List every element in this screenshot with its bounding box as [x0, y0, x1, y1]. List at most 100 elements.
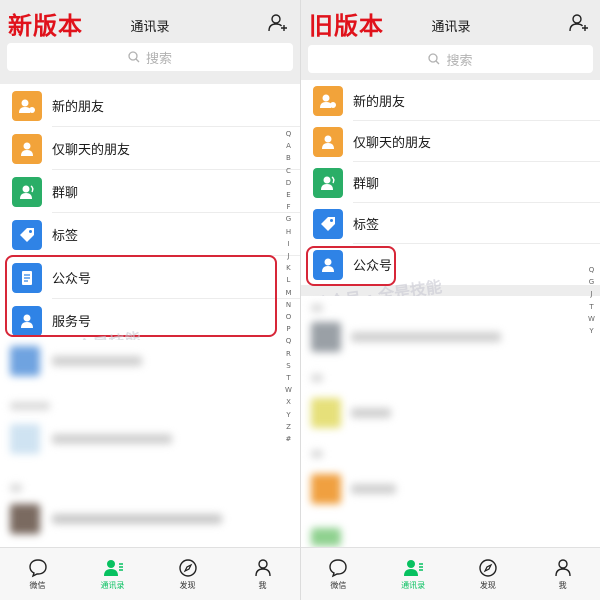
alphabet-index[interactable]: Q G J T W Y	[588, 264, 595, 337]
chat-only-friends-item[interactable]: 仅聊天的朋友	[0, 127, 300, 170]
index-letter[interactable]: T	[286, 372, 290, 384]
contact-name	[52, 356, 142, 366]
chat-only-friends-label: 仅聊天的朋友	[353, 136, 432, 151]
tab-label: 微信	[330, 580, 347, 590]
tab-contacts[interactable]: 通讯录	[75, 548, 150, 600]
tab-chats[interactable]: 微信	[0, 548, 75, 600]
tab-contacts[interactable]: 通讯录	[376, 548, 451, 600]
chat-icon	[329, 558, 348, 577]
chat-only-friends-icon	[12, 133, 42, 164]
index-letter[interactable]: G	[286, 213, 291, 225]
index-letter[interactable]: #	[286, 433, 292, 445]
tags-item[interactable]: 标签	[0, 213, 300, 256]
search-icon	[128, 51, 140, 63]
index-letter[interactable]: Q	[286, 335, 292, 347]
index-letter[interactable]: C	[286, 165, 291, 177]
tab-discover[interactable]: 发现	[150, 548, 225, 600]
index-letter[interactable]: Y	[286, 409, 290, 421]
contact-avatar	[311, 322, 341, 352]
index-letter[interactable]: J	[287, 250, 289, 262]
index-letter[interactable]: K	[286, 262, 291, 274]
index-letter[interactable]: D	[286, 177, 291, 189]
index-letter[interactable]: S	[286, 360, 290, 372]
bottom-tab-bar: 微信 通讯录 发现 我	[301, 547, 600, 600]
index-letter[interactable]: P	[286, 323, 290, 335]
index-letter[interactable]: A	[286, 140, 291, 152]
contact-avatar	[311, 398, 341, 428]
contact-avatar	[311, 474, 341, 504]
index-letter[interactable]: O	[286, 311, 292, 323]
tab-chats[interactable]: 微信	[301, 548, 376, 600]
section-header	[10, 402, 50, 410]
section-header	[311, 304, 323, 312]
group-chats-item[interactable]: 群聊	[0, 170, 300, 213]
new-friends-icon	[12, 90, 42, 121]
index-letter[interactable]: B	[286, 152, 291, 164]
tab-me[interactable]: 我	[525, 548, 600, 600]
search-placeholder: 搜索	[145, 51, 172, 67]
tags-item[interactable]: 标签	[301, 203, 600, 244]
index-letter[interactable]: T	[589, 301, 593, 313]
contact-avatar	[10, 424, 40, 454]
tag-icon	[12, 219, 42, 250]
search-input[interactable]: 搜索	[308, 45, 593, 73]
index-letter[interactable]: Z	[286, 421, 291, 433]
tab-label: 通讯录	[100, 580, 125, 590]
tags-label: 标签	[52, 229, 79, 244]
tab-discover[interactable]: 发现	[451, 548, 526, 600]
search-placeholder: 搜索	[446, 53, 473, 69]
person-icon	[554, 558, 571, 576]
section-header	[311, 450, 323, 458]
index-letter[interactable]: M	[285, 287, 291, 299]
page-title: 通讯录	[431, 20, 471, 35]
group-chats-icon	[12, 176, 42, 207]
tab-label: 微信	[29, 580, 46, 590]
tab-label: 通讯录	[401, 580, 426, 590]
new-friends-item[interactable]: 新的朋友	[301, 80, 600, 121]
index-letter[interactable]: E	[286, 189, 290, 201]
group-chats-label: 群聊	[353, 177, 380, 192]
index-letter[interactable]: Q	[286, 128, 292, 140]
new-friends-label: 新的朋友	[353, 95, 406, 110]
search-icon	[428, 53, 440, 65]
highlight-box	[306, 246, 396, 286]
tab-me[interactable]: 我	[225, 548, 300, 600]
index-letter[interactable]: N	[286, 299, 291, 311]
chat-icon	[28, 558, 47, 577]
header: 旧版本 通讯录	[301, 0, 600, 40]
compass-icon	[479, 558, 497, 577]
index-letter[interactable]: R	[286, 348, 291, 360]
new-friends-item[interactable]: 新的朋友	[0, 84, 300, 127]
index-letter[interactable]: W	[285, 384, 292, 396]
index-letter[interactable]: X	[286, 396, 291, 408]
blurred-contact-list	[0, 340, 300, 548]
index-letter[interactable]: W	[588, 313, 595, 325]
index-letter[interactable]: H	[286, 226, 291, 238]
contact-name	[52, 514, 222, 524]
group-chats-item[interactable]: 群聊	[301, 162, 600, 203]
contacts-icon	[404, 559, 424, 576]
index-letter[interactable]: Q	[589, 264, 595, 276]
person-icon	[254, 558, 271, 576]
index-letter[interactable]: Y	[589, 325, 593, 337]
index-letter[interactable]: J	[590, 288, 592, 300]
new-version-panel: 新版本 通讯录 搜索 新的朋友 仅聊天的朋友 群聊 标签 公众号 服务号 Q A…	[0, 0, 300, 600]
chat-only-friends-item[interactable]: 仅聊天的朋友	[301, 121, 600, 162]
contact-name	[351, 408, 391, 418]
header: 新版本 通讯录	[0, 0, 300, 40]
index-letter[interactable]: F	[286, 201, 290, 213]
add-contact-icon[interactable]	[268, 14, 288, 32]
search-input[interactable]: 搜索	[7, 43, 293, 71]
highlight-box	[5, 255, 277, 337]
index-letter[interactable]: I	[287, 238, 289, 250]
add-contact-icon[interactable]	[569, 14, 589, 32]
group-chats-label: 群聊	[52, 186, 79, 201]
tags-label: 标签	[353, 218, 380, 233]
group-chats-icon	[313, 167, 343, 198]
index-letter[interactable]: G	[589, 276, 594, 288]
alphabet-index[interactable]: Q A B C D E F G H I J K L M N O P Q R S …	[285, 128, 292, 445]
tab-label: 发现	[479, 580, 496, 590]
contact-name	[351, 332, 501, 342]
index-letter[interactable]: L	[287, 274, 291, 286]
tab-label: 发现	[179, 580, 196, 590]
